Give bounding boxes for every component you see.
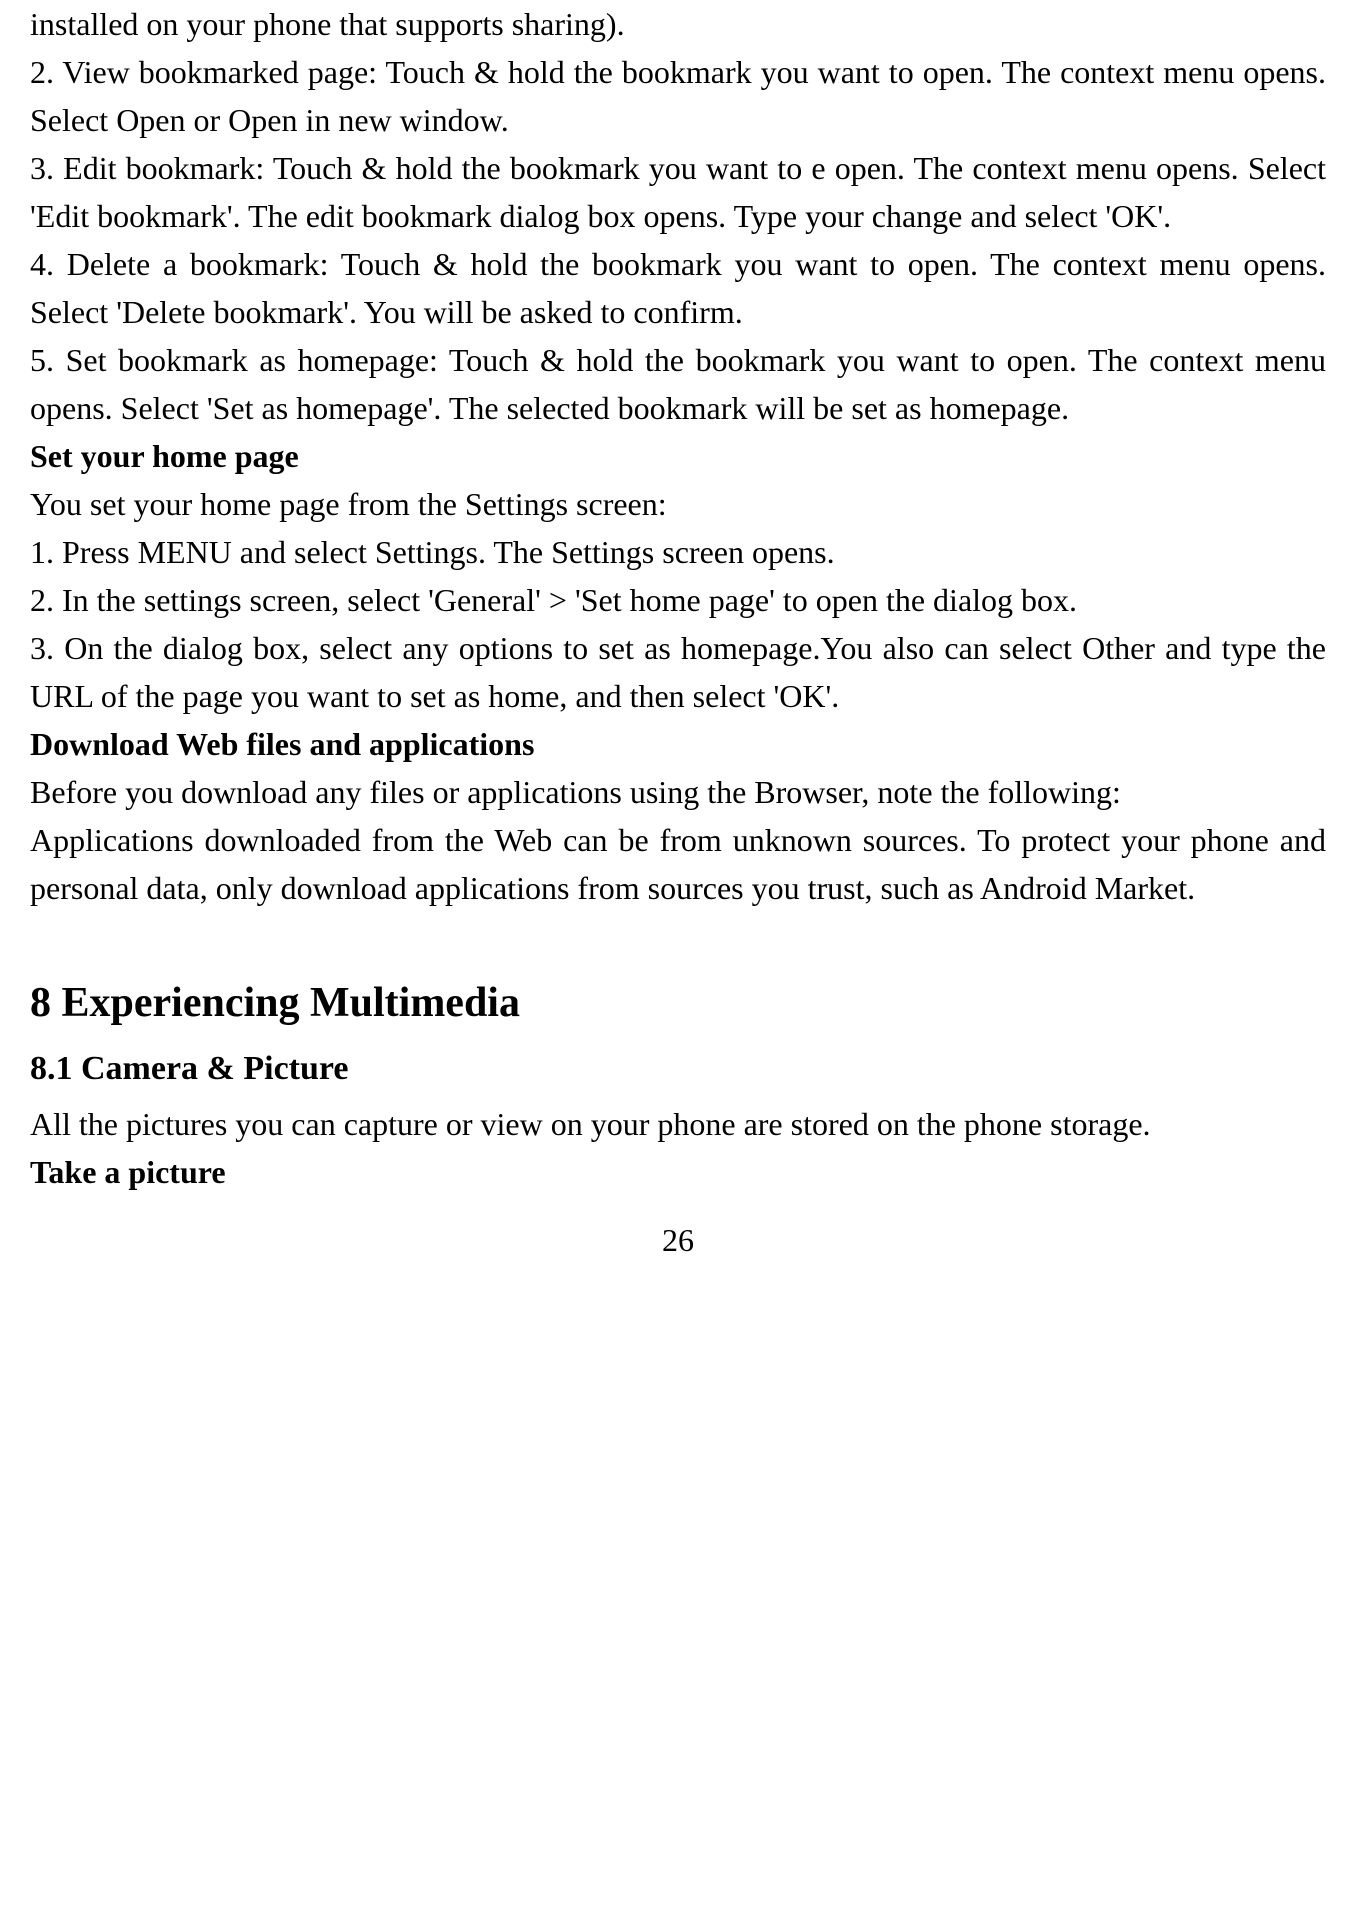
page-number: 26 xyxy=(30,1216,1326,1264)
body-text: 3. Edit bookmark: Touch & hold the bookm… xyxy=(30,144,1326,240)
body-text: installed on your phone that supports sh… xyxy=(30,0,1326,48)
body-text: You set your home page from the Settings… xyxy=(30,480,1326,528)
chapter-heading: 8 Experiencing Multimedia xyxy=(30,972,1326,1035)
body-text: Applications downloaded from the Web can… xyxy=(30,816,1326,912)
body-text: 2. View bookmarked page: Touch & hold th… xyxy=(30,48,1326,144)
body-text: 3. On the dialog box, select any options… xyxy=(30,624,1326,720)
document-page: installed on your phone that supports sh… xyxy=(30,0,1326,1264)
section-heading-download: Download Web files and applications xyxy=(30,720,1326,768)
section-heading-take-picture: Take a picture xyxy=(30,1148,1326,1196)
body-text: 4. Delete a bookmark: Touch & hold the b… xyxy=(30,240,1326,336)
body-text: 2. In the settings screen, select 'Gener… xyxy=(30,576,1326,624)
section-heading-camera: 8.1 Camera & Picture xyxy=(30,1043,1326,1094)
body-text: Before you download any files or applica… xyxy=(30,768,1326,816)
body-text: 1. Press MENU and select Settings. The S… xyxy=(30,528,1326,576)
body-text: All the pictures you can capture or view… xyxy=(30,1100,1326,1148)
section-heading-set-home: Set your home page xyxy=(30,432,1326,480)
body-text: 5. Set bookmark as homepage: Touch & hol… xyxy=(30,336,1326,432)
spacer xyxy=(30,912,1326,932)
